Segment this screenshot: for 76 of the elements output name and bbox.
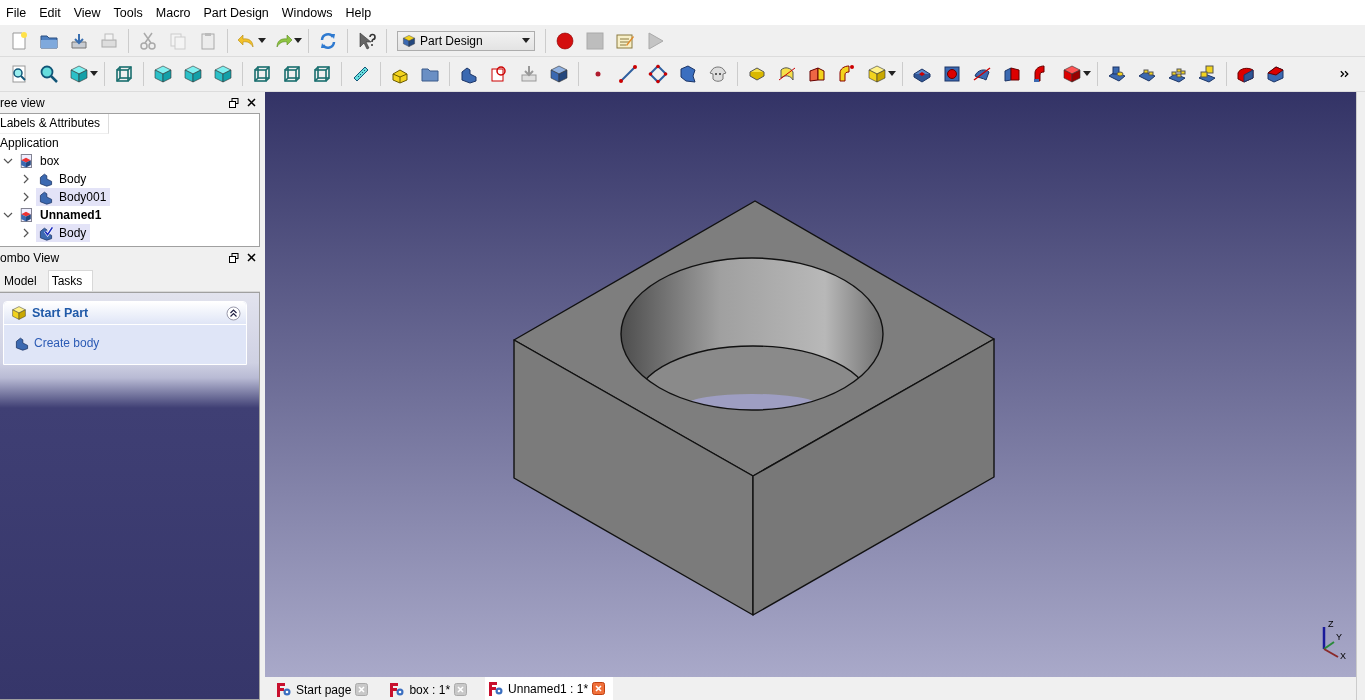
document-tab[interactable]: Unnamed1 : 1*	[485, 677, 614, 700]
tree-item[interactable]: box	[38, 153, 62, 169]
menu-item[interactable]: Macro	[149, 5, 198, 20]
app-logo-icon	[390, 682, 406, 697]
loft-icon[interactable]	[807, 64, 827, 84]
cube-icon[interactable]	[69, 64, 89, 84]
caret-icon[interactable]	[258, 37, 266, 44]
task-link[interactable]: Create body	[14, 335, 236, 351]
panel-title: ombo View	[0, 250, 60, 265]
task-panel-title: Start Part	[32, 306, 90, 320]
record-icon[interactable]	[555, 30, 575, 51]
menu-item[interactable]: Help	[339, 5, 379, 20]
caret-icon[interactable]	[888, 71, 896, 77]
tree-item[interactable]: Body	[36, 170, 91, 188]
document-tab[interactable]: Start page	[273, 679, 377, 700]
float-window-icon[interactable]	[229, 252, 239, 263]
box-model-drawing[interactable]	[513, 200, 995, 616]
hole-icon[interactable]	[942, 64, 962, 84]
workbench-dropdown[interactable]: Part Design	[397, 30, 535, 51]
collapse-icon[interactable]	[226, 305, 241, 321]
loft-icon[interactable]	[1002, 64, 1022, 84]
cube-icon	[11, 305, 27, 321]
wireframe-cube-icon[interactable]	[312, 64, 332, 84]
menu-item[interactable]: Edit	[33, 5, 68, 20]
body-icon	[38, 189, 54, 205]
wireframe-cube-icon[interactable]	[114, 64, 134, 84]
close-icon[interactable]	[247, 98, 256, 107]
chamfer-icon[interactable]	[1266, 64, 1286, 84]
diamond-icon[interactable]	[648, 64, 668, 84]
cube-icon[interactable]	[549, 64, 569, 84]
magnifier-icon[interactable]	[39, 64, 59, 84]
document-icon	[18, 153, 34, 169]
document-tab[interactable]: box : 1*	[386, 679, 476, 700]
caret-icon[interactable]	[294, 37, 302, 44]
help-pointer-icon[interactable]	[357, 30, 377, 51]
panel-title: ree view	[0, 95, 45, 110]
active-body-icon	[38, 225, 54, 241]
app-logo-icon	[489, 681, 505, 696]
app-logo-icon	[277, 682, 292, 697]
caret-icon	[522, 37, 530, 44]
wireframe-cube-icon[interactable]	[252, 64, 272, 84]
line-icon[interactable]	[618, 64, 638, 84]
caret-icon[interactable]	[1083, 71, 1091, 77]
document-icon	[18, 207, 34, 223]
caret-icon[interactable]	[90, 71, 98, 77]
pipe-icon[interactable]	[837, 64, 857, 84]
menu-item[interactable]: File	[0, 5, 34, 20]
zoom-page-icon[interactable]	[9, 64, 29, 84]
refresh-icon[interactable]	[318, 30, 338, 51]
panel-tab[interactable]: Tasks	[47, 270, 94, 291]
menu-item[interactable]: Part Design	[197, 5, 276, 20]
cube-icon[interactable]	[153, 64, 173, 84]
menu-item[interactable]: Windows	[275, 5, 340, 20]
tree-item[interactable]: Unnamed1	[38, 207, 104, 223]
head-icon[interactable]	[708, 64, 728, 84]
body-icon	[38, 171, 54, 187]
blob-shape-icon[interactable]	[678, 64, 698, 84]
wireframe-cube-icon[interactable]	[282, 64, 302, 84]
pattern-icon[interactable]	[1197, 64, 1217, 84]
close-icon[interactable]	[247, 253, 256, 262]
cube-icon[interactable]	[213, 64, 233, 84]
ruler-icon[interactable]	[351, 64, 371, 84]
body-icon	[14, 335, 30, 351]
cube-icon[interactable]	[183, 64, 203, 84]
menu-item[interactable]: Tools	[107, 5, 150, 20]
tree-item[interactable]: Body	[36, 224, 91, 242]
menu-item[interactable]: View	[67, 5, 108, 20]
cube-icon[interactable]	[867, 64, 887, 84]
cube-icon	[402, 33, 416, 48]
float-window-icon[interactable]	[229, 97, 239, 108]
tree-item[interactable]: Body001	[36, 188, 111, 206]
tree-root: Application	[0, 136, 59, 150]
column-header[interactable]: Labels & Attributes	[0, 114, 110, 134]
cube-icon[interactable]	[1062, 64, 1082, 84]
pattern-icon[interactable]	[1107, 64, 1127, 84]
sketch-icon[interactable]	[489, 64, 509, 84]
